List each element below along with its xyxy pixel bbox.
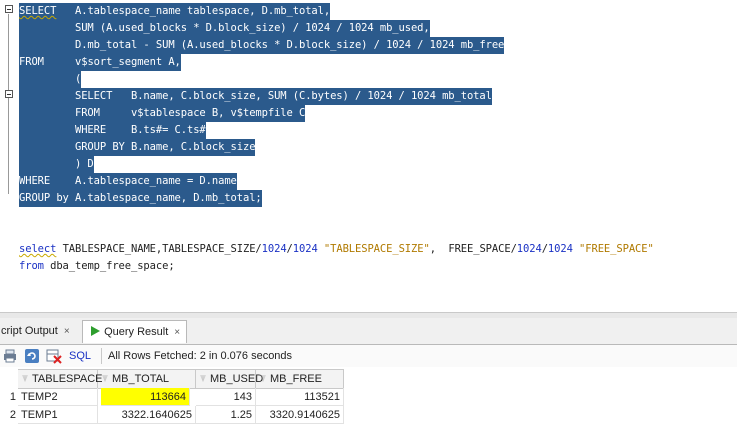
code-token: FROM [19,56,44,68]
toolbar-separator [101,348,102,364]
fold-toggle-icon[interactable] [5,5,13,13]
code-line[interactable]: GROUP BY B.name, C.block_size [19,139,256,156]
fold-toggle-icon[interactable] [5,90,13,98]
code-token: , FREE_SPACE/ [429,243,517,255]
code-token: dba_temp_free_space; [43,260,175,272]
tab-query-result[interactable]: Query Result × [82,320,188,343]
clear-results-icon[interactable] [46,348,62,364]
result-toolbar: SQL All Rows Fetched: 2 in 0.076 seconds [0,345,737,367]
editor-gutter [0,0,16,312]
code-token: SELECT [19,5,57,17]
code-token: D.mb_total - SUM (A.used_blocks * D.bloc… [19,39,505,51]
run-icon [91,326,100,336]
code-token: A.tablespace_name = D.name [50,175,237,187]
code-token: 1024 [547,243,573,255]
column-header-mb-free[interactable]: MB_FREE [256,370,344,388]
code-token: v$sort_segment A, [43,56,181,68]
code-token: from [19,260,44,272]
table-row[interactable]: 1 TEMP2 113664 143 113521 [0,388,344,406]
cell-mb-total[interactable]: 3322.1640625 [98,406,196,424]
code-line[interactable]: from dba_temp_free_space; [19,258,175,275]
code-line[interactable]: SELECT B.name, C.block_size, SUM (C.byte… [19,88,492,105]
code-token: 1024 [516,243,542,255]
code-line[interactable]: FROM v$sort_segment A, [19,54,181,71]
code-line[interactable]: GROUP by A.tablespace_name, D.mb_total; [19,190,262,207]
cell-mb-used[interactable]: 143 [196,388,256,406]
code-token: A.tablespace_name tablespace, D.mb_total… [56,5,331,17]
code-line[interactable]: D.mb_total - SUM (A.used_blocks * D.bloc… [19,37,504,54]
table-row[interactable]: 2 TEMP1 3322.1640625 1.25 3320.9140625 [0,406,344,424]
code-line[interactable]: select TABLESPACE_NAME,TABLESPACE_SIZE/1… [19,241,654,258]
result-grid[interactable]: TABLESPACE MB_TOTAL MB_USED MB_FREE 1 TE… [0,369,737,431]
refresh-icon[interactable] [24,348,40,364]
cell-tablespace[interactable]: TEMP1 [18,406,98,424]
sql-editor[interactable]: SELECT A.tablespace_name tablespace, D.m… [0,0,737,312]
code-token: select [19,243,57,255]
tab-script-output[interactable]: cript Output × [0,320,70,342]
grid-header: TABLESPACE MB_TOTAL MB_USED MB_FREE [18,369,344,389]
code-token: WHERE B.ts#= C.ts# [19,124,206,136]
code-token: SUM (A.used_blocks * D.block_size) / 102… [19,22,430,34]
column-header-tablespace[interactable]: TABLESPACE [18,370,103,388]
close-icon[interactable]: × [174,327,180,338]
code-line[interactable]: ) D [19,156,94,173]
cell-mb-free[interactable]: 113521 [256,388,344,406]
row-number: 1 [9,391,16,403]
tab-script-output-label: cript Output [1,325,58,337]
code-token: GROUP BY B.name, C.block_size [19,141,256,153]
tab-query-result-label: Query Result [104,326,169,338]
code-line[interactable]: FROM v$tablespace B, v$tempfile C [19,105,305,122]
sql-view-button[interactable]: SQL [69,345,91,367]
fold-guide [8,14,9,194]
code-line[interactable]: SUM (A.used_blocks * D.block_size) / 102… [19,20,430,37]
code-token: ) D [19,158,94,170]
code-line[interactable]: SELECT A.tablespace_name tablespace, D.m… [19,3,330,20]
cell-tablespace[interactable]: TEMP2 [18,388,98,406]
fetch-status: All Rows Fetched: 2 in 0.076 seconds [108,350,293,362]
code-token: 1024 [292,243,318,255]
code-token: "FREE_SPACE" [579,243,654,255]
code-line[interactable]: WHERE A.tablespace_name = D.name [19,173,237,190]
column-header-mb-used[interactable]: MB_USED [196,370,263,388]
cell-mb-total[interactable]: 113664 [101,388,190,406]
close-icon[interactable]: × [64,326,70,337]
code-token: FROM v$tablespace B, v$tempfile C [19,107,306,119]
code-token: WHERE [19,175,51,187]
cell-mb-used[interactable]: 1.25 [196,406,256,424]
output-tab-bar: cript Output × Query Result × [0,318,737,345]
column-header-mb-total[interactable]: MB_TOTAL [98,370,196,388]
code-line[interactable]: WHERE B.ts#= C.ts# [19,122,206,139]
code-token: SELECT B.name, C.block_size, SUM (C.byte… [19,90,492,102]
code-token: 1024 [261,243,287,255]
row-number: 2 [9,409,16,421]
print-icon[interactable] [2,348,18,364]
code-token: "TABLESPACE_SIZE" [323,243,430,255]
code-line[interactable]: ( [19,71,81,88]
code-token: GROUP by A.tablespace_name, D.mb_total; [19,192,262,204]
code-token: TABLESPACE_NAME,TABLESPACE_SIZE/ [56,243,262,255]
code-token: ( [19,73,82,85]
cell-mb-free[interactable]: 3320.9140625 [256,406,344,424]
